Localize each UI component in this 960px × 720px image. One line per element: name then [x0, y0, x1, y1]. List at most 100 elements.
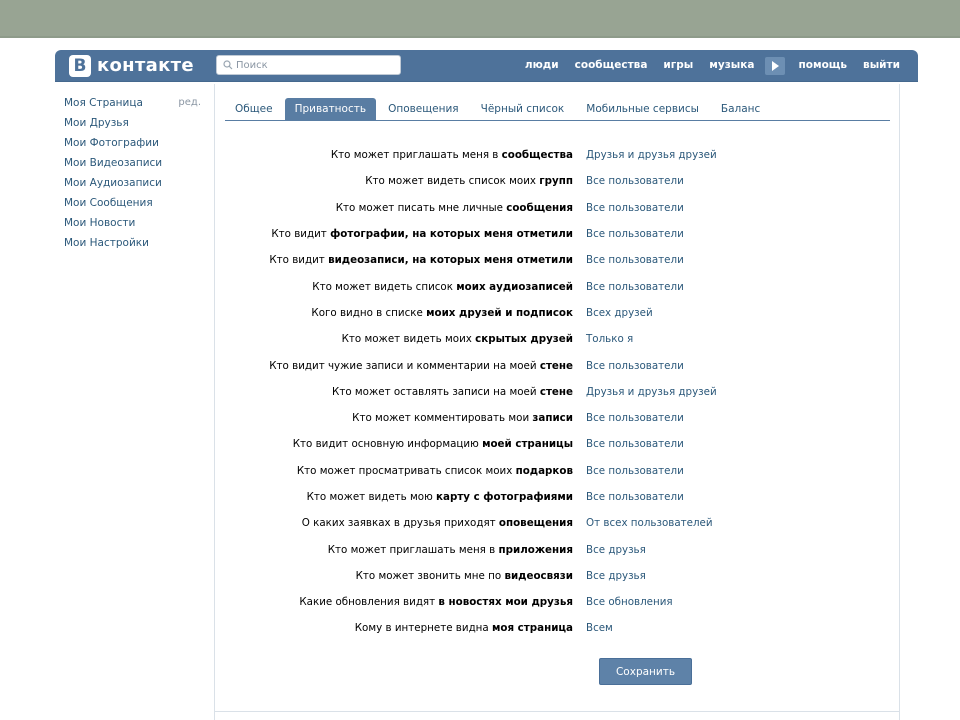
tab-notifications[interactable]: Оповещения: [378, 98, 469, 120]
privacy-label-text: Кого видно в списке: [311, 306, 427, 319]
privacy-label-bold: моя страница: [492, 622, 573, 635]
privacy-row: Кто может оставлять записи на моей стене…: [215, 379, 899, 405]
sidebar-link-friends[interactable]: Мои Друзья: [64, 113, 129, 133]
privacy-label-bold: оповещения: [498, 517, 573, 530]
privacy-setting-label: Кто видит чужие записи и комментарии на …: [215, 360, 586, 372]
privacy-value-dropdown[interactable]: Все пользователи: [586, 254, 684, 266]
privacy-row: Какие обновления видят в новостях мои др…: [215, 589, 899, 615]
privacy-label-text: Кто может комментировать мои: [352, 412, 533, 425]
privacy-label-text: Кто может писать мне личные: [335, 201, 507, 214]
privacy-label-text: Кто видит чужие записи и комментарии на …: [269, 359, 540, 372]
privacy-value-dropdown[interactable]: Все друзья: [586, 570, 646, 582]
tab-mobile[interactable]: Мобильные сервисы: [576, 98, 709, 120]
privacy-label-bold: подарков: [515, 464, 573, 477]
privacy-setting-label: Кого видно в списке моих друзей и подпис…: [215, 307, 586, 319]
privacy-label-bold: скрытых друзей: [475, 333, 573, 346]
nav-logout[interactable]: выйти: [855, 50, 908, 81]
privacy-value-dropdown[interactable]: Все пользователи: [586, 360, 684, 372]
privacy-row: Кто может видеть моих скрытых друзей Толь…: [215, 326, 899, 352]
privacy-label-bold: фотографии, на которых меня отметили: [330, 228, 573, 241]
privacy-value-dropdown[interactable]: Все друзья: [586, 544, 646, 556]
nav-music[interactable]: музыка: [701, 50, 762, 81]
privacy-value-dropdown[interactable]: Всех друзей: [586, 307, 653, 319]
privacy-setting-label: Кто может приглашать меня в сообщества: [215, 149, 586, 161]
privacy-value-dropdown[interactable]: Друзья и друзья друзей: [586, 386, 717, 398]
sidebar-item-news: Мои Новости: [64, 213, 209, 233]
privacy-row: Кто может приглашать меня в приложения Вс…: [215, 536, 899, 562]
privacy-setting-label: Кто может звонить мне по видеосвязи: [215, 570, 586, 582]
tab-blacklist[interactable]: Чёрный список: [471, 98, 575, 120]
sidebar-link-audio[interactable]: Мои Аудиозаписи: [64, 173, 162, 193]
edit-link[interactable]: ред.: [178, 93, 201, 113]
nav-games[interactable]: игры: [655, 50, 701, 81]
search-icon: [223, 60, 233, 70]
sidebar-link-photos[interactable]: Мои Фотографии: [64, 133, 159, 153]
privacy-row: Кто может писать мне личные сообщения Все…: [215, 195, 899, 221]
sidebar-link-videos[interactable]: Мои Видеозаписи: [64, 153, 162, 173]
privacy-label-text: Кто может видеть моих: [341, 333, 476, 346]
privacy-setting-label: Кто может видеть список моих аудиозаписе…: [215, 281, 586, 293]
nav-people[interactable]: люди: [517, 50, 567, 81]
sidebar-link-my-page[interactable]: Моя Страница: [64, 93, 143, 113]
privacy-label-text: Кто может приглашать меня в: [327, 543, 499, 556]
privacy-value-dropdown[interactable]: От всех пользователей: [586, 517, 713, 529]
logo-letter: В: [69, 54, 91, 77]
privacy-row: Кто может просматривать список моих пода…: [215, 458, 899, 484]
privacy-value-dropdown[interactable]: Всем: [586, 622, 613, 634]
slide-header-band: [0, 0, 960, 38]
left-sidebar: Моя Страница ред. Мои Друзья Мои Фотогра…: [64, 93, 209, 253]
sidebar-link-messages[interactable]: Мои Сообщения: [64, 193, 153, 213]
privacy-setting-label: Кому в интернете видна моя страница: [215, 622, 586, 634]
sidebar-item-audio: Мои Аудиозаписи: [64, 173, 209, 193]
privacy-row: Кто может комментировать мои записи Все п…: [215, 405, 899, 431]
privacy-label-bold: моих аудиозаписей: [456, 280, 573, 293]
privacy-setting-label: Кто может просматривать список моих пода…: [215, 465, 586, 477]
privacy-label-bold: карту с фотографиями: [436, 491, 573, 503]
privacy-row: Кому в интернете видна моя страница Всем: [215, 615, 899, 641]
privacy-value-dropdown[interactable]: Все пользователи: [586, 202, 684, 214]
privacy-label-bold: сообщения: [506, 201, 573, 214]
search-input[interactable]: [236, 59, 386, 71]
tab-balance[interactable]: Баланс: [711, 98, 770, 120]
privacy-row: Кто может видеть список моих групп Все по…: [215, 168, 899, 194]
privacy-row: Кто может видеть мою карту с фотографиям…: [215, 484, 899, 510]
nav-help[interactable]: помощь: [791, 50, 856, 81]
play-icon[interactable]: [764, 56, 785, 75]
privacy-setting-label: Кто может писать мне личные сообщения: [215, 202, 586, 214]
privacy-setting-label: Кто может комментировать мои записи: [215, 412, 586, 424]
sidebar-link-settings[interactable]: Мои Настройки: [64, 233, 149, 253]
privacy-label-text: Кто может видеть мою: [306, 491, 437, 503]
privacy-value-dropdown[interactable]: Все пользователи: [586, 228, 684, 240]
search-box[interactable]: [216, 55, 401, 75]
tab-general[interactable]: Общее: [225, 98, 283, 120]
privacy-value-dropdown[interactable]: Все обновления: [586, 596, 673, 608]
privacy-label-bold: моей страницы: [482, 438, 573, 451]
vk-logo[interactable]: В контакте: [69, 54, 194, 77]
save-button[interactable]: Сохранить: [599, 658, 692, 685]
tab-privacy[interactable]: Приватность: [284, 98, 377, 120]
sidebar-item-friends: Мои Друзья: [64, 113, 209, 133]
privacy-label-text: Кто может видеть список моих: [365, 175, 540, 188]
privacy-label-text: Кто может видеть список: [312, 280, 457, 293]
privacy-value-dropdown[interactable]: Все пользователи: [586, 412, 684, 424]
privacy-row: Кто видит фотографии, на которых меня от…: [215, 221, 899, 247]
privacy-setting-label: Кто может видеть мою карту с фотографиям…: [215, 491, 586, 503]
privacy-row: Кто может звонить мне по видеосвязи Все д…: [215, 563, 899, 589]
privacy-label-text: Кто видит: [271, 228, 331, 241]
privacy-value-dropdown[interactable]: Только я: [586, 333, 633, 345]
privacy-setting-label: О каких заявках в друзья приходят оповещ…: [215, 517, 586, 529]
privacy-label-bold: стене: [539, 385, 573, 398]
privacy-value-dropdown[interactable]: Все пользователи: [586, 465, 684, 477]
privacy-value-dropdown[interactable]: Все пользователи: [586, 175, 684, 187]
privacy-value-dropdown[interactable]: Все пользователи: [586, 491, 684, 503]
privacy-value-dropdown[interactable]: Все пользователи: [586, 281, 684, 293]
privacy-label-text: О каких заявках в друзья приходят: [301, 517, 499, 530]
privacy-value-dropdown[interactable]: Друзья и друзья друзей: [586, 149, 717, 161]
privacy-label-bold: моих друзей и подписок: [426, 306, 573, 319]
privacy-row: Кто видит основную информацию моей стран…: [215, 431, 899, 457]
settings-panel: Общее Приватность Оповещения Чёрный спис…: [214, 84, 900, 720]
nav-communities[interactable]: сообщества: [567, 50, 656, 81]
privacy-setting-label: Какие обновления видят в новостях мои др…: [215, 596, 586, 608]
sidebar-link-news[interactable]: Мои Новости: [64, 213, 135, 233]
privacy-value-dropdown[interactable]: Все пользователи: [586, 438, 684, 450]
